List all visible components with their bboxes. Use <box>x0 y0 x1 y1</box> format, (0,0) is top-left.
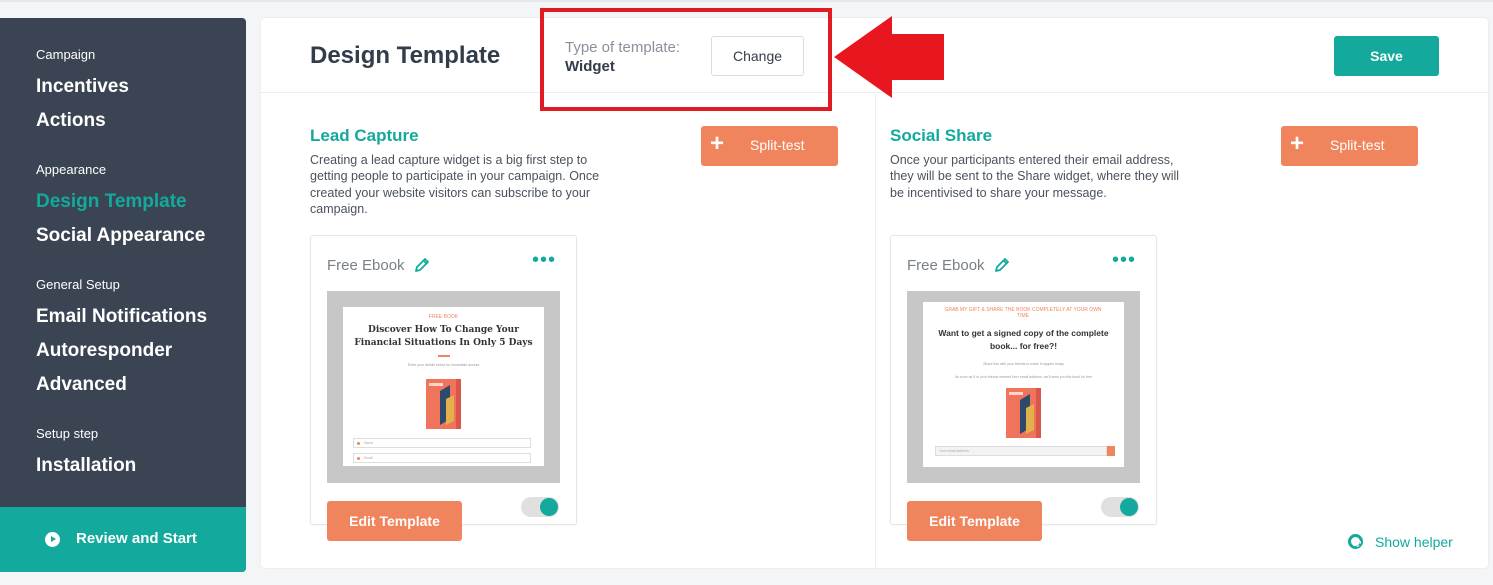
sidebar-group-setup-step: Setup step <box>36 426 99 441</box>
social-share-title: Social Share <box>890 126 993 145</box>
sidebar: Campaign Incentives Actions Appearance D… <box>0 18 246 572</box>
preview-kicker: GRAB MY GIFT & SHARE THE BOOK COMPLETELY… <box>944 307 1102 319</box>
sidebar-group-general-setup: General Setup <box>36 277 120 292</box>
more-options-icon[interactable]: ••• <box>532 250 556 270</box>
more-options-icon[interactable]: ••• <box>1112 250 1136 270</box>
lead-capture-description: Creating a lead capture widget is a big … <box>310 153 600 216</box>
plus-icon: + <box>710 130 725 157</box>
column-divider <box>875 93 876 568</box>
sidebar-group-campaign: Campaign <box>36 47 96 62</box>
plus-icon: + <box>1290 130 1305 157</box>
play-icon <box>45 532 60 547</box>
preview-field-name: Name <box>353 438 531 448</box>
field-bullet-icon <box>357 456 360 460</box>
highlight-annotation-box <box>540 8 832 111</box>
pencil-icon[interactable] <box>993 256 1011 274</box>
sidebar-item-design-template[interactable]: Design Template <box>36 191 187 213</box>
page-title: Design Template <box>310 42 501 69</box>
sidebar-item-autoresponder[interactable]: Autoresponder <box>36 340 172 362</box>
sidebar-item-actions[interactable]: Actions <box>36 110 106 132</box>
show-helper-label: Show helper <box>1375 534 1453 550</box>
lead-capture-template-card: Free Ebook ••• FREE BOOK Discover How To… <box>310 235 577 525</box>
review-and-start-label: Review and Start <box>76 530 197 547</box>
pencil-icon[interactable] <box>413 256 431 274</box>
social-share-template-card: Free Ebook ••• GRAB MY GIFT & SHARE THE … <box>890 235 1157 525</box>
preview-subtext: Enter your details below for immediate a… <box>407 363 480 367</box>
template-name: Free Ebook <box>907 257 985 274</box>
preview-kicker: FREE BOOK <box>428 314 459 320</box>
sidebar-item-incentives[interactable]: Incentives <box>36 76 129 98</box>
sidebar-item-advanced[interactable]: Advanced <box>36 374 127 396</box>
field-bullet-icon <box>357 441 360 445</box>
lead-capture-edit-template-button[interactable]: Edit Template <box>327 501 462 541</box>
template-preview[interactable]: GRAB MY GIFT & SHARE THE BOOK COMPLETELY… <box>907 291 1140 483</box>
preview-field-email: Email <box>353 453 531 463</box>
sidebar-item-email-notifications[interactable]: Email Notifications <box>36 306 207 328</box>
save-button[interactable]: Save <box>1334 36 1439 76</box>
toggle-knob <box>1120 498 1138 516</box>
red-arrow-annotation-icon <box>834 16 944 98</box>
main-panel: Design Template Type of template: Widget… <box>261 18 1488 568</box>
review-and-start-button[interactable]: Review and Start <box>0 507 246 572</box>
preview-subtext: Share this with your friends to make it … <box>983 362 1064 366</box>
preview-submit <box>1107 446 1115 456</box>
preview-divider <box>438 355 450 357</box>
template-name: Free Ebook <box>327 257 405 274</box>
split-test-label: Split-test <box>1330 137 1385 153</box>
lead-capture-active-toggle[interactable] <box>521 497 559 517</box>
lead-capture-split-test-button[interactable]: + Split-test <box>701 126 838 166</box>
lead-capture-title: Lead Capture <box>310 126 419 145</box>
split-test-label: Split-test <box>750 137 805 153</box>
social-share-split-test-button[interactable]: + Split-test <box>1281 126 1418 166</box>
social-share-active-toggle[interactable] <box>1101 497 1139 517</box>
sidebar-item-social-appearance[interactable]: Social Appearance <box>36 225 205 247</box>
social-share-edit-template-button[interactable]: Edit Template <box>907 501 1042 541</box>
sidebar-item-installation[interactable]: Installation <box>36 455 136 477</box>
template-preview[interactable]: FREE BOOK Discover How To Change Your Fi… <box>327 291 560 483</box>
top-divider <box>0 0 1493 2</box>
sidebar-group-appearance: Appearance <box>36 162 107 177</box>
lifebuoy-icon <box>1348 534 1363 549</box>
preview-heading: Want to get a signed copy of the complet… <box>938 328 1109 351</box>
preview-heading: Discover How To Change Your Financial Si… <box>354 325 533 348</box>
book-cover-image <box>426 379 461 429</box>
preview-field-email: Your email address <box>935 446 1107 456</box>
social-share-description: Once your participants entered their ema… <box>890 153 1180 200</box>
toggle-knob <box>540 498 558 516</box>
book-cover-image <box>1006 388 1041 438</box>
preview-subtext-2: As soon as 5 of your friends entered the… <box>954 375 1093 379</box>
